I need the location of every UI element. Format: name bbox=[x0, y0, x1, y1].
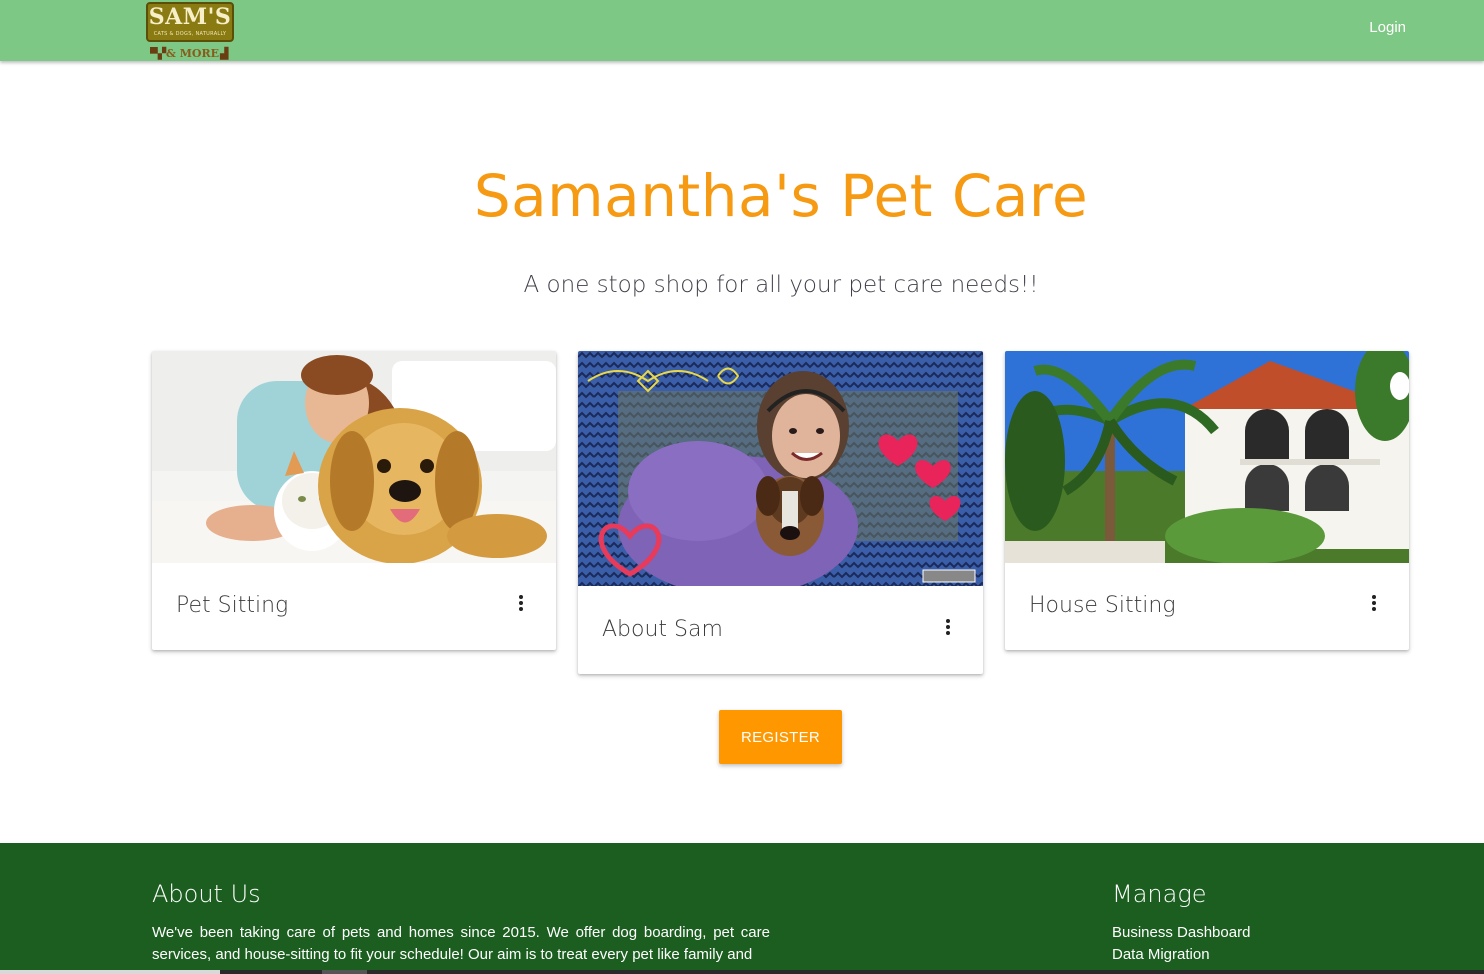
card-house-sitting[interactable]: House Sitting bbox=[1005, 351, 1409, 650]
footer: About Us We've been taking care of pets … bbox=[0, 843, 1484, 974]
cat-icon: ▟ bbox=[220, 48, 229, 60]
manage-heading: Manage bbox=[1112, 880, 1207, 908]
page-title: Samantha's Pet Care bbox=[473, 162, 1089, 230]
page-subtitle: A one stop shop for all your pet care ne… bbox=[523, 272, 1039, 298]
logo-title: SAM'S bbox=[148, 4, 232, 30]
card-title-house-sitting: House Sitting bbox=[1029, 593, 1176, 618]
about-us-text: We've been taking care of pets and homes… bbox=[152, 924, 770, 963]
more-vert-icon[interactable] bbox=[941, 617, 955, 639]
about-us-heading: About Us bbox=[152, 880, 261, 908]
card-title-pet-sitting: Pet Sitting bbox=[176, 593, 289, 618]
register-button[interactable]: REGISTER bbox=[719, 710, 842, 764]
business-dashboard-link[interactable]: Business Dashboard bbox=[1112, 924, 1250, 941]
data-migration-link[interactable]: Data Migration bbox=[1112, 946, 1210, 963]
card-pet-sitting[interactable]: Pet Sitting bbox=[152, 351, 556, 650]
scrollbar-thumb[interactable] bbox=[0, 970, 220, 974]
scrollbar-segment bbox=[322, 970, 367, 974]
logo-tagline: CATS & DOGS, NATURALLY bbox=[153, 31, 227, 37]
horizontal-scrollbar[interactable] bbox=[0, 970, 1484, 974]
pet-sitting-image bbox=[152, 351, 556, 563]
more-vert-icon[interactable] bbox=[1367, 593, 1381, 615]
card-about-sam[interactable]: About Sam bbox=[578, 351, 983, 674]
navbar: SAM'S CATS & DOGS, NATURALLY ▀▞ & MORE ▟… bbox=[0, 0, 1484, 61]
login-link[interactable]: Login bbox=[1369, 19, 1406, 36]
house-sitting-image bbox=[1005, 351, 1409, 563]
about-sam-image bbox=[578, 351, 983, 586]
card-title-about-sam: About Sam bbox=[602, 617, 723, 642]
dog-icon: ▀▞ bbox=[150, 48, 167, 60]
logo-more: & MORE bbox=[166, 47, 220, 60]
more-vert-icon[interactable] bbox=[514, 593, 528, 615]
sams-logo[interactable]: SAM'S CATS & DOGS, NATURALLY ▀▞ & MORE ▟ bbox=[146, 2, 236, 62]
